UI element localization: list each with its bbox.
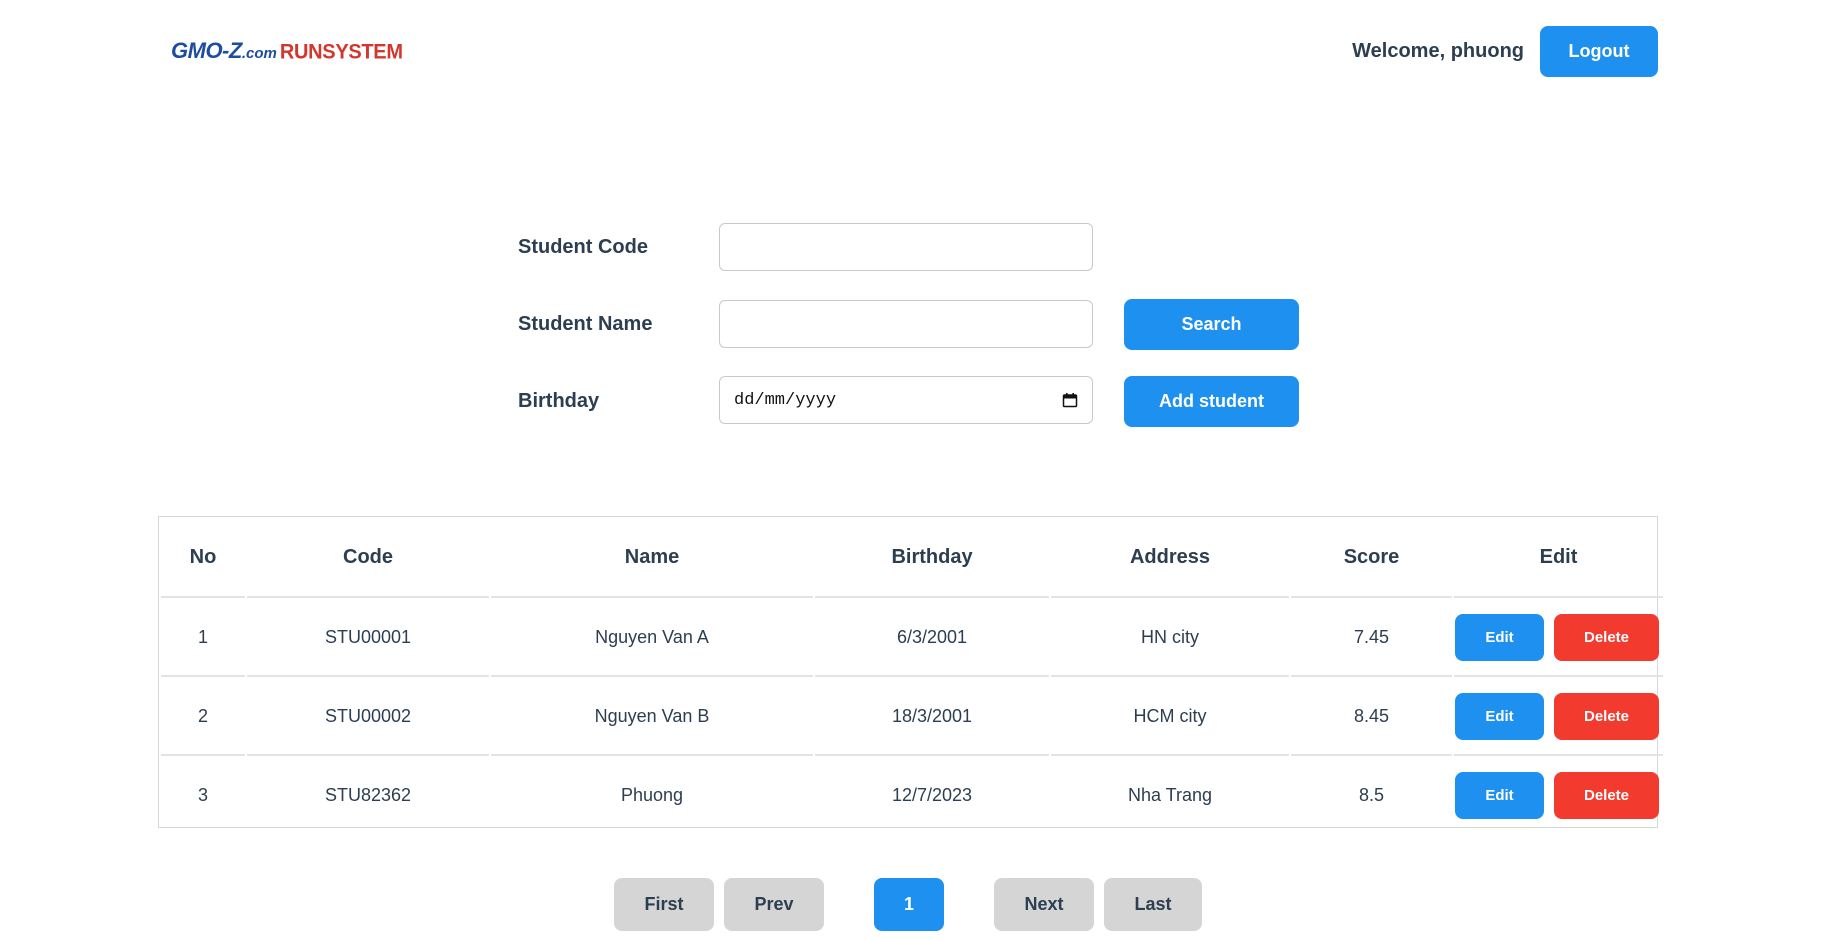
cell-birthday: 18/3/2001 xyxy=(815,679,1049,756)
student-code-label: Student Code xyxy=(518,236,648,258)
welcome-text: Welcome, phuong xyxy=(1352,40,1524,62)
cell-score: 8.45 xyxy=(1291,679,1452,756)
table-row: 3 STU82362 Phuong 12/7/2023 Nha Trang 8.… xyxy=(161,758,1663,833)
column-header-code: Code xyxy=(247,519,489,598)
cell-actions: Edit Delete xyxy=(1454,600,1663,677)
company-logo: GMO-Z .com RUNSYSTEM xyxy=(171,38,403,66)
birthday-placeholder: dd/mm/yyyy xyxy=(734,390,837,410)
logout-button[interactable]: Logout xyxy=(1540,26,1658,77)
cell-birthday: 12/7/2023 xyxy=(891,785,973,805)
edit-button[interactable]: Edit xyxy=(1455,772,1544,819)
cell-birthday: 6/3/2001 xyxy=(815,600,1049,677)
logo-gmo-text: GMO-Z xyxy=(171,38,242,63)
student-name-input[interactable] xyxy=(719,300,1093,348)
logo-com-text: .com xyxy=(241,45,277,62)
pagination-prev-button[interactable]: Prev xyxy=(724,878,824,931)
cell-address: HN city xyxy=(1051,600,1289,677)
column-header-edit: Edit xyxy=(1454,519,1663,598)
students-table: No Code Name Birthday Address Score Edit… xyxy=(159,517,1665,835)
search-button[interactable]: Search xyxy=(1124,299,1299,350)
cell-no: 3 xyxy=(197,785,208,805)
student-management-page: GMO-Z .com RUNSYSTEM Welcome, phuong Logou… xyxy=(0,0,1822,940)
add-student-button[interactable]: Add student xyxy=(1124,376,1299,427)
delete-button[interactable]: Delete xyxy=(1554,614,1659,661)
column-header-name: Name xyxy=(491,519,813,598)
calendar-icon[interactable] xyxy=(1062,392,1078,408)
delete-button[interactable]: Delete xyxy=(1554,693,1659,740)
pagination-page-current[interactable]: 1 xyxy=(874,878,944,931)
edit-button[interactable]: Edit xyxy=(1455,693,1544,740)
cell-code: STU82362 xyxy=(324,785,412,805)
column-header-no: No xyxy=(161,519,245,598)
column-header-address: Address xyxy=(1051,519,1289,598)
cell-no: 2 xyxy=(161,679,245,756)
cell-name: Nguyen Van A xyxy=(491,600,813,677)
cell-actions: Edit Delete xyxy=(1454,679,1663,756)
cell-score: 7.45 xyxy=(1291,600,1452,677)
cell-address: HCM city xyxy=(1051,679,1289,756)
column-header-birthday: Birthday xyxy=(815,519,1049,598)
cell-name: Nguyen Van B xyxy=(491,679,813,756)
cell-no: 1 xyxy=(161,600,245,677)
cell-code: STU00002 xyxy=(247,679,489,756)
birthday-label: Birthday xyxy=(518,390,600,412)
pagination-last-button[interactable]: Last xyxy=(1104,878,1202,931)
edit-button[interactable]: Edit xyxy=(1455,614,1544,661)
cell-name: Phuong xyxy=(620,785,684,805)
cell-actions: Edit Delete xyxy=(1454,758,1663,833)
delete-button[interactable]: Delete xyxy=(1554,772,1659,819)
logo-runsystem-text: RUNSYSTEM xyxy=(279,40,403,64)
pagination-first-button[interactable]: First xyxy=(614,878,714,931)
students-table-container: No Code Name Birthday Address Score Edit… xyxy=(158,516,1663,828)
table-row: 2 STU00002 Nguyen Van B 18/3/2001 HCM ci… xyxy=(161,679,1663,756)
birthday-date-input[interactable]: dd/mm/yyyy xyxy=(719,376,1093,424)
pagination-next-button[interactable]: Next xyxy=(994,878,1094,931)
student-code-input[interactable] xyxy=(719,223,1093,271)
table-row: 1 STU00001 Nguyen Van A 6/3/2001 HN city… xyxy=(161,600,1663,677)
cell-code: STU00001 xyxy=(247,600,489,677)
column-header-score: Score xyxy=(1291,519,1452,598)
cell-address: Nha Trang xyxy=(1127,785,1213,805)
cell-score: 8.5 xyxy=(1358,785,1385,805)
table-header-row: No Code Name Birthday Address Score Edit xyxy=(161,519,1663,598)
student-name-label: Student Name xyxy=(518,313,653,335)
